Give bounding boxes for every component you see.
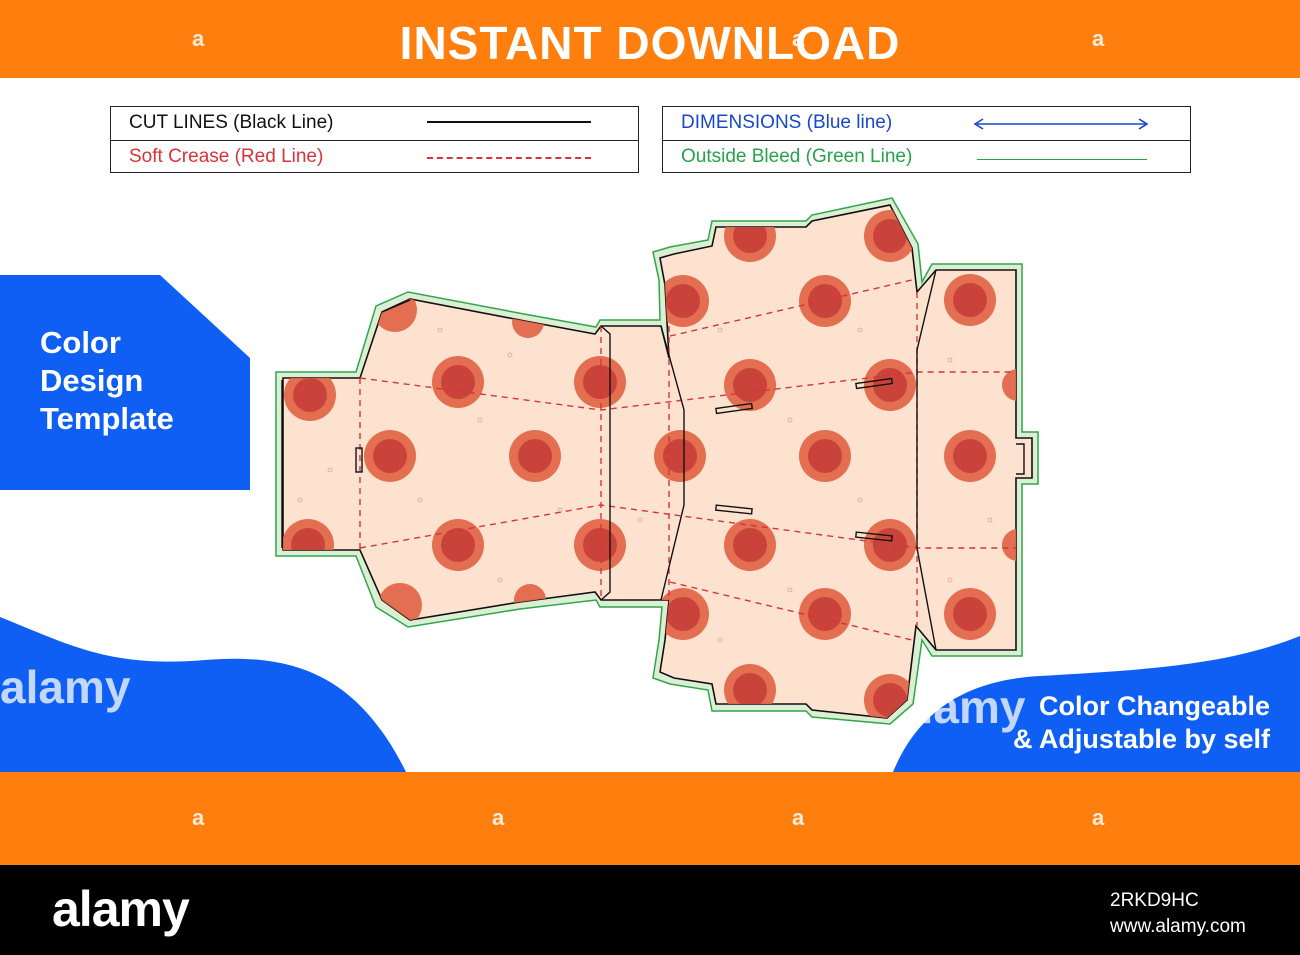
footer-image-info: 2RKD9HC www.alamy.com bbox=[1110, 888, 1246, 940]
footer-site-url[interactable]: www.alamy.com bbox=[1110, 914, 1246, 940]
watermark-glyph: a bbox=[1092, 805, 1105, 830]
watermark-glyph: a bbox=[792, 805, 805, 830]
watermark-glyph: a bbox=[192, 805, 205, 830]
footer-logo: alamy bbox=[52, 881, 190, 937]
watermark-glyph: a bbox=[492, 805, 505, 830]
footer-image-id: 2RKD9HC bbox=[1110, 890, 1199, 911]
footer-bar bbox=[0, 865, 1300, 955]
